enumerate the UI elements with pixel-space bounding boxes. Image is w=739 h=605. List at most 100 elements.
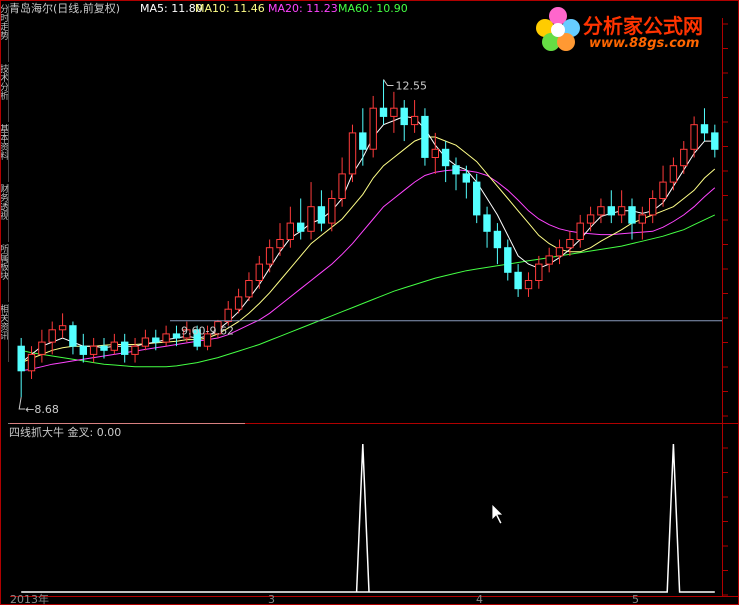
candle	[576, 214, 584, 248]
candle-body	[348, 132, 357, 175]
candle	[504, 239, 512, 281]
kline-chart[interactable]: 12.55 ←8.68 9.60-9.62 青岛海尔(日线,前复权) MA5: 11…	[0, 0, 739, 605]
mouse-cursor-icon	[491, 503, 504, 525]
candle-body	[69, 325, 77, 347]
candle-body	[680, 148, 688, 167]
candle	[555, 239, 564, 265]
candle-body	[431, 148, 440, 159]
candle-body	[462, 173, 471, 183]
indicator-title: 四线抓大牛 金叉: 0.00	[9, 425, 121, 439]
candle-body	[649, 198, 657, 216]
date-label-5: 5	[632, 593, 639, 605]
candle	[711, 124, 719, 158]
candle	[245, 272, 253, 302]
candle	[607, 190, 615, 224]
candle-body	[545, 255, 553, 265]
candle	[483, 206, 491, 248]
candle-body	[131, 345, 139, 355]
candle-body	[100, 345, 108, 351]
candle	[379, 79, 388, 125]
candle-body	[328, 198, 336, 224]
candle-body	[576, 222, 584, 241]
candle-body	[669, 165, 678, 183]
ma10-line	[21, 136, 716, 364]
candle	[234, 288, 243, 314]
candle-body	[79, 345, 87, 355]
watermark-title: 分析家公式网	[583, 14, 703, 38]
candle-body	[58, 325, 67, 331]
candle	[649, 190, 657, 224]
candle	[390, 91, 398, 133]
candle-body	[400, 107, 408, 126]
candle	[79, 333, 87, 363]
candle-body	[555, 247, 564, 257]
candle-body	[121, 341, 129, 355]
candle-body	[141, 337, 150, 347]
candle-body	[276, 239, 284, 249]
candle	[359, 108, 367, 166]
candle	[410, 100, 419, 133]
candle-body	[162, 333, 170, 343]
candle-body	[700, 124, 709, 134]
candle-body	[483, 214, 491, 232]
candle	[265, 239, 274, 273]
candle-body	[338, 173, 346, 199]
candle	[545, 247, 553, 273]
ma5-label: MA5: 11.80	[140, 2, 203, 15]
chart-frame	[0, 0, 739, 605]
candle	[17, 337, 25, 398]
signal-indicator	[21, 443, 715, 593]
candle-body	[317, 206, 326, 224]
candle-body	[110, 341, 118, 351]
candle-body	[586, 214, 595, 224]
candle-body	[390, 107, 398, 117]
candle-body	[421, 115, 429, 158]
candle-body	[504, 247, 512, 273]
candle-body	[307, 206, 315, 232]
candle-body	[711, 132, 719, 150]
candle-body	[617, 206, 626, 216]
candle-body	[359, 132, 367, 150]
candle	[586, 206, 595, 232]
candle	[69, 321, 77, 355]
candle	[421, 108, 429, 166]
candle-body	[514, 271, 522, 290]
candle	[680, 141, 688, 174]
candle	[452, 157, 460, 191]
date-label-year: 2013年	[10, 592, 49, 605]
candle-body	[597, 206, 605, 216]
candle	[473, 173, 481, 224]
candle-body	[535, 263, 543, 282]
candle	[317, 190, 326, 232]
candle-body	[48, 329, 56, 343]
candle	[38, 329, 46, 363]
high-price-label: 12.55	[396, 80, 428, 93]
candle-body	[286, 222, 295, 241]
ma20-label: MA20: 11.23	[268, 2, 338, 15]
candle-body	[255, 263, 264, 282]
candle	[669, 157, 678, 191]
watermark-logo: 分析家公式网 www.88gs.com	[533, 2, 733, 58]
watermark-url: www.88gs.com	[589, 36, 700, 51]
candle-body	[638, 214, 646, 224]
candle-body	[607, 206, 615, 216]
date-label-4: 4	[476, 593, 483, 605]
candle-body	[493, 230, 502, 249]
ma5-line	[20, 115, 715, 363]
candle	[638, 206, 646, 240]
candle	[172, 325, 181, 347]
candle	[514, 264, 522, 297]
candle-body	[524, 280, 533, 290]
flower-logo-icon	[536, 7, 580, 51]
level-label: 9.60-9.62	[181, 325, 234, 338]
candle-body	[297, 222, 305, 232]
candle-body	[628, 206, 636, 224]
candle-body	[566, 239, 574, 249]
candle-body	[245, 280, 253, 298]
candle	[369, 95, 377, 158]
candle	[224, 301, 232, 326]
candle	[89, 337, 98, 363]
ma60-label: MA60: 10.90	[338, 2, 408, 15]
golden-cross-spike	[355, 443, 370, 593]
candle	[162, 325, 170, 347]
